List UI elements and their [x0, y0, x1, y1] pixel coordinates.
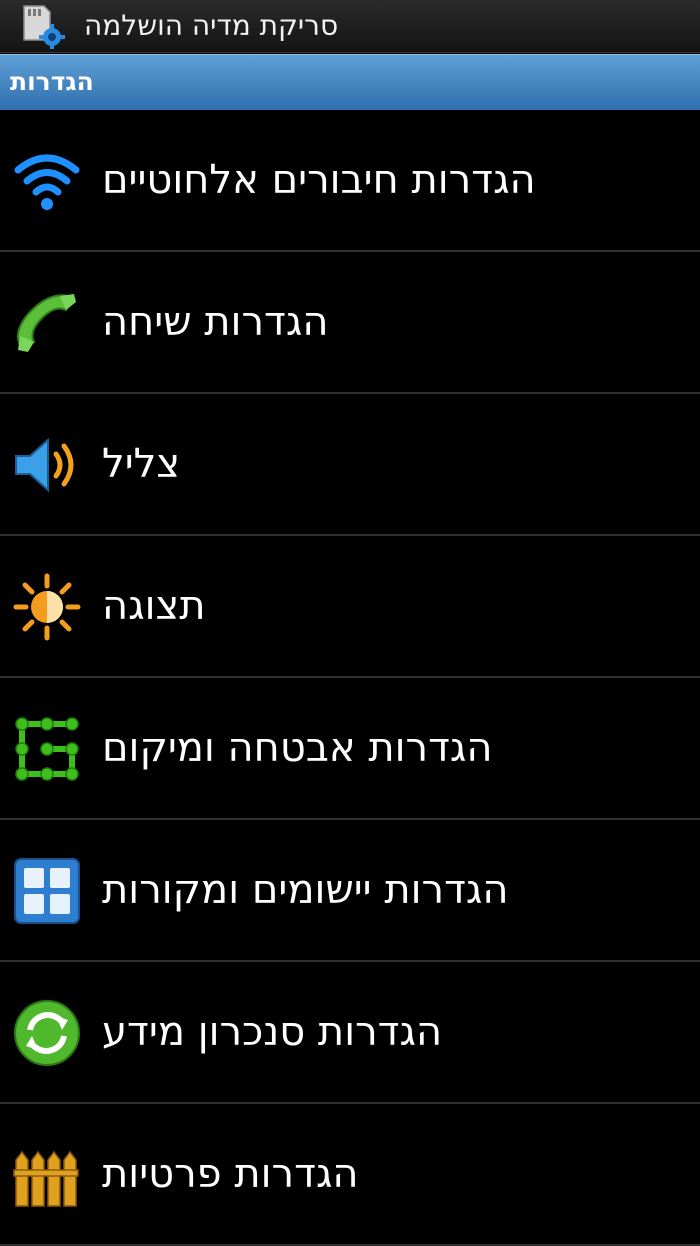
- settings-item-wireless[interactable]: הגדרות חיבורים אלחוטיים: [0, 110, 700, 252]
- settings-item-applications[interactable]: הגדרות יישומים ומקורות: [0, 820, 700, 962]
- status-bar: סריקת מדיה הושלמה: [0, 0, 700, 53]
- settings-item-sound[interactable]: צליל: [0, 394, 700, 536]
- settings-list: הגדרות חיבורים אלחוטיים הגדרות שיחה צליל: [0, 110, 700, 1246]
- settings-item-security[interactable]: הגדרות אבטחה ומיקום: [0, 678, 700, 820]
- section-title: הגדרות: [10, 67, 94, 96]
- settings-item-sync[interactable]: הגדרות סנכרון מידע: [0, 962, 700, 1104]
- settings-item-call[interactable]: הגדרות שיחה: [0, 252, 700, 394]
- apps-grid-icon: [12, 856, 82, 926]
- settings-item-label: הגדרות יישומים ומקורות: [102, 867, 509, 913]
- section-header: הגדרות: [0, 54, 700, 110]
- notification-title: סריקת מדיה הושלמה: [84, 9, 339, 42]
- settings-item-label: הגדרות חיבורים אלחוטיים: [102, 157, 536, 203]
- speaker-icon: [12, 430, 82, 500]
- phone-handset-icon: [12, 288, 82, 358]
- brightness-icon: [12, 572, 82, 642]
- settings-item-label: תצוגה: [102, 583, 206, 629]
- settings-item-display[interactable]: תצוגה: [0, 536, 700, 678]
- sync-icon: [12, 998, 82, 1068]
- settings-item-label: צליל: [102, 441, 181, 487]
- pattern-lock-icon: [12, 714, 82, 784]
- sd-card-gear-icon: [18, 4, 66, 50]
- settings-item-label: הגדרות סנכרון מידע: [102, 1009, 443, 1055]
- settings-item-label: הגדרות פרטיות: [102, 1151, 359, 1197]
- privacy-fence-icon: [12, 1140, 82, 1210]
- settings-item-privacy[interactable]: הגדרות פרטיות: [0, 1104, 700, 1246]
- wifi-icon: [12, 146, 82, 216]
- settings-item-label: הגדרות אבטחה ומיקום: [102, 725, 493, 771]
- settings-item-label: הגדרות שיחה: [102, 299, 329, 345]
